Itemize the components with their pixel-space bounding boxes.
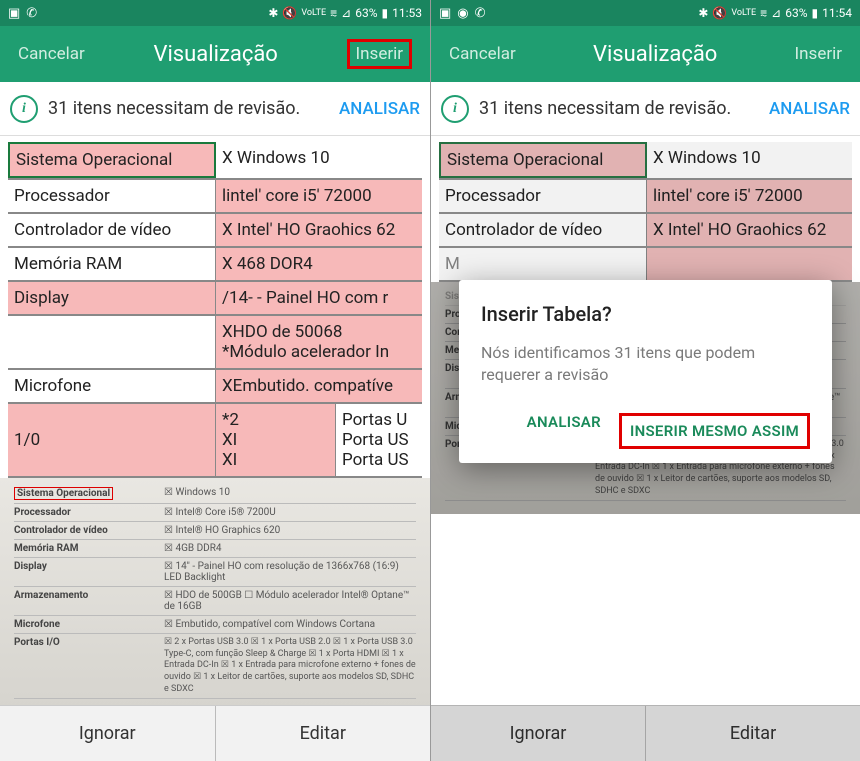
photo-video-label: Controlador de vídeo: [14, 525, 164, 536]
cancel-button[interactable]: Cancelar: [449, 44, 516, 64]
cancel-button[interactable]: Cancelar: [18, 44, 85, 64]
action-bar: Cancelar Visualização Inserir: [431, 26, 860, 82]
photo-os-val: ☒ Windows 10: [164, 487, 416, 500]
volte-icon: VoLTE: [731, 8, 756, 18]
cell-ram-label[interactable]: M: [439, 248, 647, 280]
photo-ram-label: Memória RAM: [14, 543, 164, 554]
clock: 11:53: [392, 6, 422, 20]
bluetooth-icon: ✱: [698, 6, 708, 20]
photo-display-val: ☒ 14" - Painel HO com resolução de 1366x…: [164, 561, 416, 583]
photo-io-label: Portas I/O: [14, 637, 164, 695]
dialog-insert-anyway-button[interactable]: INSERIR MESMO ASSIM: [619, 413, 810, 449]
source-photo: Sistema Operacional ☒ Windows 10 Processa…: [0, 478, 430, 710]
info-icon: i: [441, 95, 469, 123]
photo-proc-val: ☒ Intel® Core i5® 7200U: [164, 507, 416, 518]
image-icon: ▣: [8, 6, 20, 21]
bottom-bar: Ignorar Editar: [431, 705, 860, 761]
cell-ram-val[interactable]: [647, 248, 852, 280]
info-banner: i 31 itens necessitam de revisão. ANALIS…: [0, 82, 430, 136]
analyze-link[interactable]: ANALISAR: [769, 99, 850, 119]
cell-video-label[interactable]: Controlador de vídeo: [439, 214, 647, 246]
wifi-icon: ⩳: [760, 6, 767, 21]
cell-video-val[interactable]: X Intel' HO Graohics 62: [647, 214, 852, 246]
cell-os-label[interactable]: Sistema Operacional: [8, 142, 216, 178]
photo-ram-val: ☒ 4GB DDR4: [164, 543, 416, 554]
status-bar: ▣ ✆ ✱ 🔇 VoLTE ⩳ ⊿ 63% ▮ 11:53: [0, 0, 430, 26]
cell-os-val[interactable]: X Windows 10: [647, 142, 852, 178]
cell-video-val[interactable]: X Intel' HO Graohics 62: [216, 214, 422, 246]
bluetooth-icon: ✱: [268, 6, 278, 20]
extracted-table: Sistema Operacional X Windows 10 Process…: [431, 136, 860, 282]
photo-storage-val: ☒ HDO de 500GB ☐ Módulo acelerador Intel…: [164, 590, 416, 612]
messenger-icon: ◉: [457, 6, 468, 21]
photo-video-val: ☒ Intel® HO Graphics 620: [164, 525, 416, 536]
volte-icon: VoLTE: [301, 8, 326, 18]
cell-io-label[interactable]: 1/0: [8, 404, 216, 476]
mute-icon: 🔇: [282, 6, 297, 20]
photo-display-label: Display: [14, 561, 164, 583]
photo-mic-label: Microfone: [14, 619, 164, 630]
cell-ram-val[interactable]: X 468 DOR4: [216, 248, 422, 280]
cell-proc-label[interactable]: Processador: [439, 180, 647, 212]
cell-storage-label[interactable]: [8, 316, 216, 368]
page-title: Visualização: [593, 42, 717, 67]
dialog-title: Inserir Tabela?: [481, 302, 810, 326]
edit-button[interactable]: Editar: [215, 706, 431, 761]
photo-io-val: ☒ 2 x Portas USB 3.0 ☒ 1 x Porta USB 2.0…: [164, 637, 416, 695]
cell-display-label[interactable]: Display: [8, 282, 216, 314]
signal-icon: ⊿: [771, 6, 781, 20]
cell-os-val[interactable]: X Windows 10: [216, 142, 422, 178]
whatsapp-icon: ✆: [26, 6, 37, 21]
signal-icon: ⊿: [341, 6, 351, 20]
info-icon: i: [10, 95, 38, 123]
ignore-button[interactable]: Ignorar: [431, 706, 645, 761]
photo-os-label: Sistema Operacional: [14, 487, 113, 500]
insert-table-dialog: Inserir Tabela? Nós identificamos 31 ite…: [459, 280, 832, 463]
battery-icon: ▮: [812, 6, 819, 20]
info-text: 31 itens necessitam de revisão.: [479, 98, 759, 119]
cell-os-label[interactable]: Sistema Operacional: [439, 142, 647, 178]
battery-icon: ▮: [382, 6, 389, 20]
dialog-message: Nós identificamos 31 itens que podem req…: [481, 342, 810, 387]
status-bar: ▣ ◉ ✆ ✱ 🔇 VoLTE ⩳ ⊿ 63% ▮ 11:54: [431, 0, 860, 26]
info-banner: i 31 itens necessitam de revisão. ANALIS…: [431, 82, 860, 136]
cell-ram-label[interactable]: Memória RAM: [8, 248, 216, 280]
cell-display-val[interactable]: /14- - Painel HO com r: [216, 282, 422, 314]
cell-mic-label[interactable]: Microfone: [8, 370, 216, 402]
dialog-analyze-button[interactable]: ANALISAR: [527, 413, 601, 449]
insert-button[interactable]: Inserir: [795, 44, 842, 64]
photo-storage-label: Armazenamento: [14, 590, 164, 612]
cell-proc-val[interactable]: lintel' core i5' 72000: [216, 180, 422, 212]
phone-right: ▣ ◉ ✆ ✱ 🔇 VoLTE ⩳ ⊿ 63% ▮ 11:54 Cancelar…: [430, 0, 860, 761]
analyze-link[interactable]: ANALISAR: [339, 99, 420, 119]
phone-left: ▣ ✆ ✱ 🔇 VoLTE ⩳ ⊿ 63% ▮ 11:53 Cancelar V…: [0, 0, 430, 761]
whatsapp-icon: ✆: [475, 6, 486, 21]
edit-button[interactable]: Editar: [645, 706, 860, 761]
action-bar: Cancelar Visualização Inserir: [0, 26, 430, 82]
ignore-button[interactable]: Ignorar: [0, 706, 215, 761]
extracted-table: Sistema Operacional X Windows 10 Process…: [0, 136, 430, 478]
page-title: Visualização: [153, 42, 277, 67]
mute-icon: 🔇: [712, 6, 727, 20]
battery-pct: 63%: [785, 6, 807, 20]
cell-mic-val[interactable]: XEmbutido. compatíve: [216, 370, 422, 402]
cell-proc-val[interactable]: lintel' core i5' 72000: [647, 180, 852, 212]
insert-button[interactable]: Inserir: [347, 39, 412, 69]
battery-pct: 63%: [355, 6, 377, 20]
photo-proc-label: Processador: [14, 507, 164, 518]
cell-storage-val[interactable]: XHDO de 50068 *Módulo acelerador In: [216, 316, 422, 368]
cell-video-label[interactable]: Controlador de vídeo: [8, 214, 216, 246]
wifi-icon: ⩳: [330, 6, 337, 21]
info-text: 31 itens necessitam de revisão.: [48, 98, 329, 119]
image-icon: ▣: [439, 6, 451, 21]
photo-mic-val: ☒ Embutido, compatível com Windows Corta…: [164, 619, 416, 630]
bottom-bar: Ignorar Editar: [0, 705, 430, 761]
cell-io-mid[interactable]: *2 XI XI: [216, 404, 336, 476]
cell-proc-label[interactable]: Processador: [8, 180, 216, 212]
clock: 11:54: [822, 6, 852, 20]
cell-io-right[interactable]: Portas U Porta US Porta US: [336, 404, 422, 476]
